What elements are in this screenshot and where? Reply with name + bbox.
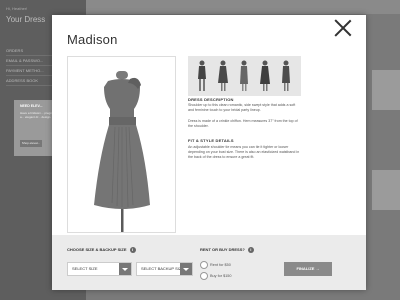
thumbnail-1[interactable] [194, 59, 210, 93]
info-icon[interactable]: i [129, 247, 136, 253]
thumbnail-3[interactable] [236, 59, 252, 93]
modal-title: Madison [67, 32, 118, 47]
thumbnail-5[interactable] [278, 59, 294, 93]
backup-select-value: Select Backup Size [141, 266, 184, 271]
dress-main-image [67, 56, 176, 233]
description-heading: Dress Description [188, 97, 234, 102]
promo-button[interactable]: Shop elevat... [20, 140, 42, 147]
background-tile [372, 70, 400, 110]
rent-label: Rent or Buy Dress? i [200, 247, 254, 253]
page-title: Your Dress [6, 15, 46, 24]
size-label-text: Choose Size & Backup Size [67, 247, 127, 253]
greeting: Hi, Heather! [6, 6, 28, 11]
thumbnail-2[interactable] [215, 59, 231, 93]
radio-buy[interactable] [200, 272, 208, 280]
background-banner [86, 0, 400, 14]
dress-photo-icon [68, 57, 175, 232]
radio-rent[interactable] [200, 261, 208, 269]
rent-label-text: Rent or Buy Dress? [200, 247, 245, 253]
backup-size-select[interactable]: Select Backup Size [136, 262, 193, 276]
rent-option-label: Rent for $50 [210, 263, 231, 267]
dress-detail-modal: Madison Dress Description Shoulder up to… [52, 15, 366, 290]
modal-footer: Choose Size & Backup Size i Select Size S… [52, 235, 366, 290]
chevron-down-icon [180, 263, 192, 275]
description-text-2: Dress is made of a crinkle chiffon. Hem … [188, 119, 298, 128]
chevron-down-icon [119, 263, 131, 275]
size-select-value: Select Size [72, 266, 98, 271]
fit-heading: Fit & Style Details [188, 138, 234, 143]
thumbnail-4[interactable] [257, 59, 273, 93]
description-text: Shoulder up to this clean romantic, side… [188, 103, 296, 112]
size-label: Choose Size & Backup Size i [67, 247, 136, 253]
fit-text: An adjustable shoulder tie means you can… [188, 145, 300, 159]
size-select[interactable]: Select Size [67, 262, 132, 276]
info-icon[interactable]: i [247, 247, 254, 253]
promo-title: Need Elev... [20, 104, 43, 108]
background-tile [372, 170, 400, 210]
finalize-button[interactable]: Finalize → [284, 262, 332, 276]
buy-option-label: Buy for $150 [210, 274, 232, 278]
thumbnail-strip [188, 56, 301, 96]
close-icon[interactable] [333, 18, 353, 38]
